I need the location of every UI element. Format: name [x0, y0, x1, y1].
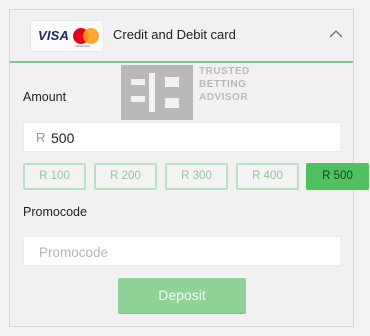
amount-label: Amount — [23, 90, 67, 104]
payment-method-title: Credit and Debit card — [113, 27, 236, 42]
amount-input[interactable] — [49, 128, 323, 148]
quick-amount-300[interactable]: R 300 — [165, 163, 228, 190]
watermark-text: TRUSTED BETTING ADVISOR — [199, 66, 250, 103]
payment-card: VISA mastercard Credit and Debit card TR… — [9, 9, 369, 327]
chevron-up-icon[interactable] — [328, 28, 344, 40]
quick-amount-100[interactable]: R 100 — [23, 163, 86, 190]
currency-symbol: R — [36, 130, 46, 145]
promocode-field[interactable] — [23, 236, 341, 266]
mastercard-logo-icon: mastercard — [73, 28, 99, 48]
card-logos: VISA mastercard — [30, 20, 104, 52]
promocode-label: Promocode — [23, 205, 87, 219]
quick-amount-200[interactable]: R 200 — [94, 163, 157, 190]
deposit-button[interactable]: Deposit — [118, 278, 246, 313]
payment-method-header[interactable]: VISA mastercard Credit and Debit card — [10, 10, 353, 63]
visa-logo: VISA — [38, 28, 70, 43]
quick-amount-500[interactable]: R 500 — [306, 163, 369, 190]
watermark-emblem-icon — [121, 65, 193, 120]
promocode-input[interactable] — [37, 242, 331, 262]
amount-field[interactable]: R — [23, 122, 341, 152]
quick-amount-400[interactable]: R 400 — [236, 163, 299, 190]
watermark-logo: TRUSTED BETTING ADVISOR — [121, 65, 256, 120]
